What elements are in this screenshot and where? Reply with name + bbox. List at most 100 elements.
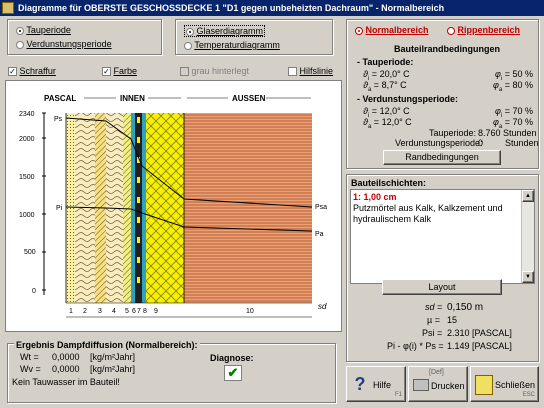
checkbox-box — [180, 67, 189, 77]
checkbox-box[interactable] — [288, 67, 297, 77]
schliessen-button[interactable]: Schließen ESC — [470, 366, 539, 402]
layer-num-1: 1 — [69, 308, 73, 315]
checkbox-box[interactable]: ✓ — [102, 67, 111, 77]
radio-indicator[interactable] — [184, 41, 192, 50]
radio-temperaturdiagramm[interactable]: Temperaturdiagramm — [184, 40, 280, 50]
boundary-conditions-panel: Normalbereich Rippenbereich Bauteilrandb… — [346, 19, 539, 169]
result-panel: Ergebnis Dampfdiffusion (Normalbereich):… — [7, 340, 336, 403]
outside-label: AUSSEN — [232, 94, 266, 103]
y-tick-500: 500 — [24, 249, 36, 256]
checkbox-grau-hinterlegt: grau hinterlegt — [180, 66, 249, 77]
help-icon: ? — [354, 374, 366, 394]
period-group: Tauperiode Verdunstungsperiode — [7, 19, 162, 55]
layer-num-10: 10 — [246, 308, 254, 315]
hilfe-button[interactable]: ? Hilfe F1 — [346, 366, 406, 402]
boundary-heading: Bauteilrandbedingungen — [394, 44, 501, 54]
sd-label: sd = — [425, 302, 443, 312]
layer-num-8: 8 — [143, 308, 147, 315]
tau-ta: ϑa = 8,7° C — [363, 80, 407, 93]
layer-num-2: 2 — [83, 308, 87, 315]
radio-indicator[interactable] — [186, 27, 194, 36]
hilfe-label: Hilfe — [373, 380, 392, 390]
result-message: Kein Tauwasser im Bauteil! — [12, 377, 120, 387]
layer-num-6: 6 — [132, 308, 136, 315]
layer-num-9: 9 — [154, 308, 158, 315]
layer-num-4: 4 — [112, 308, 116, 315]
layer-num-7: 7 — [137, 308, 141, 315]
layer-5-hatch — [123, 113, 131, 303]
drucken-key: [Def] — [429, 369, 444, 376]
radio-indicator[interactable] — [16, 40, 24, 49]
layer-8-membrane — [142, 113, 146, 303]
sd-value: 0,150 m — [447, 302, 484, 313]
tauperiode-label: Tauperiode: — [429, 128, 477, 138]
tauperiode-value: 8.760 Stunden — [478, 128, 537, 138]
pa-label: Pa — [315, 231, 324, 238]
radio-rippenbereich[interactable]: Rippenbereich — [447, 25, 520, 35]
checkbox-hilfslinie[interactable]: Hilfslinie — [288, 66, 333, 77]
pi-label: Pi — [56, 205, 63, 212]
window-title: Diagramme für OBERSTE GESCHOSSDECKE 1 "D… — [18, 3, 445, 13]
wt-value: 0,0000 — [52, 352, 80, 362]
y-tick-0: 0 — [32, 288, 36, 295]
layout-button[interactable]: Layout — [382, 279, 502, 295]
layers-panel: Bauteilschichten: 1: 1,00 cm Putzmörtel … — [346, 174, 539, 362]
layer-9-hatch — [146, 113, 184, 303]
title-bar: Diagramme für OBERSTE GESCHOSSDECKE 1 "D… — [0, 0, 544, 16]
schliessen-key: ESC — [522, 392, 535, 398]
mu-label: µ = — [427, 315, 440, 325]
wt-unit: [kg/m²Jahr] — [90, 352, 136, 362]
wv-value: 0,0000 — [52, 364, 80, 374]
diagram-group: Glaserdiagramm Temperaturdiagramm — [175, 19, 333, 55]
drucken-button[interactable]: [Def] Drucken — [408, 366, 468, 402]
psa-label: Psa — [315, 204, 327, 211]
hilfe-key: F1 — [394, 392, 402, 398]
y-tick-1500: 1500 — [19, 174, 35, 181]
exit-door-icon — [475, 375, 493, 395]
radio-normalbereich[interactable]: Normalbereich — [355, 25, 429, 35]
tau-phi-a: φa = 80 % — [493, 80, 533, 93]
checkbox-farbe[interactable]: ✓ Farbe — [102, 66, 137, 77]
checkbox-schraffur[interactable]: ✓ Schraffur — [8, 66, 56, 77]
wv-unit: [kg/m²Jahr] — [90, 364, 136, 374]
verd-heading: - Verdunstungsperiode: — [357, 94, 459, 104]
y-tick-1000: 1000 — [19, 212, 35, 219]
app-icon — [2, 2, 14, 14]
wv-label: Wv = — [20, 364, 41, 374]
inside-label: INNEN — [120, 94, 145, 103]
radio-indicator[interactable] — [447, 26, 455, 35]
schliessen-label: Schließen — [495, 380, 536, 390]
checkbox-box[interactable]: ✓ — [8, 67, 17, 77]
x-axis-label: sd — [318, 302, 327, 311]
mu-value: 15 — [447, 315, 458, 325]
selected-layer-title: 1: 1,00 cm — [353, 192, 397, 202]
scroll-up-icon[interactable]: ▲ — [522, 190, 534, 202]
wt-label: Wt = — [20, 352, 39, 362]
selected-layer-desc: Putzmörtel aus Kalk, Kalkzement und hydr… — [353, 203, 503, 224]
printer-icon — [413, 379, 429, 391]
diagnose-label: Diagnose: — [210, 353, 254, 363]
radio-tauperiode[interactable]: Tauperiode — [16, 25, 71, 35]
radio-verdunstungsperiode[interactable]: Verdunstungsperiode — [16, 39, 112, 49]
tau-heading: - Tauperiode: — [357, 57, 414, 67]
glaser-diagram: PASCAL INNEN AUSSEN 2340 2000 1500 1000 … — [19, 94, 327, 318]
verd-unit: Stunden — [505, 138, 539, 148]
radio-glaserdiagramm[interactable]: Glaserdiagramm — [184, 25, 266, 37]
layer-num-3: 3 — [98, 308, 102, 315]
layer-10-hatch — [184, 113, 312, 303]
layer-detail-box[interactable]: 1: 1,00 cm Putzmörtel aus Kalk, Kalkzeme… — [350, 189, 535, 284]
verd-ta: ϑa = 12,0° C — [363, 117, 412, 130]
formula-label: Pi - φ(i) * Ps = — [387, 341, 444, 351]
result-heading: Ergebnis Dampfdiffusion (Normalbereich): — [14, 340, 200, 350]
diagnose-check-icon: ✔ — [224, 365, 242, 381]
layer-scrollbar[interactable]: ▲ ▼ — [521, 190, 534, 283]
psi-label: Psi = — [422, 328, 443, 338]
radio-indicator[interactable] — [355, 26, 363, 35]
ps-label: Ps — [54, 116, 63, 123]
y-tick-2340: 2340 — [19, 111, 35, 118]
radio-indicator[interactable] — [16, 26, 24, 35]
formula-value: 1.149 [PASCAL] — [447, 341, 512, 351]
scroll-down-icon[interactable]: ▼ — [522, 271, 534, 283]
randbedingungen-button[interactable]: Randbedingungen — [383, 150, 501, 165]
verd-value: 0 — [478, 138, 484, 148]
